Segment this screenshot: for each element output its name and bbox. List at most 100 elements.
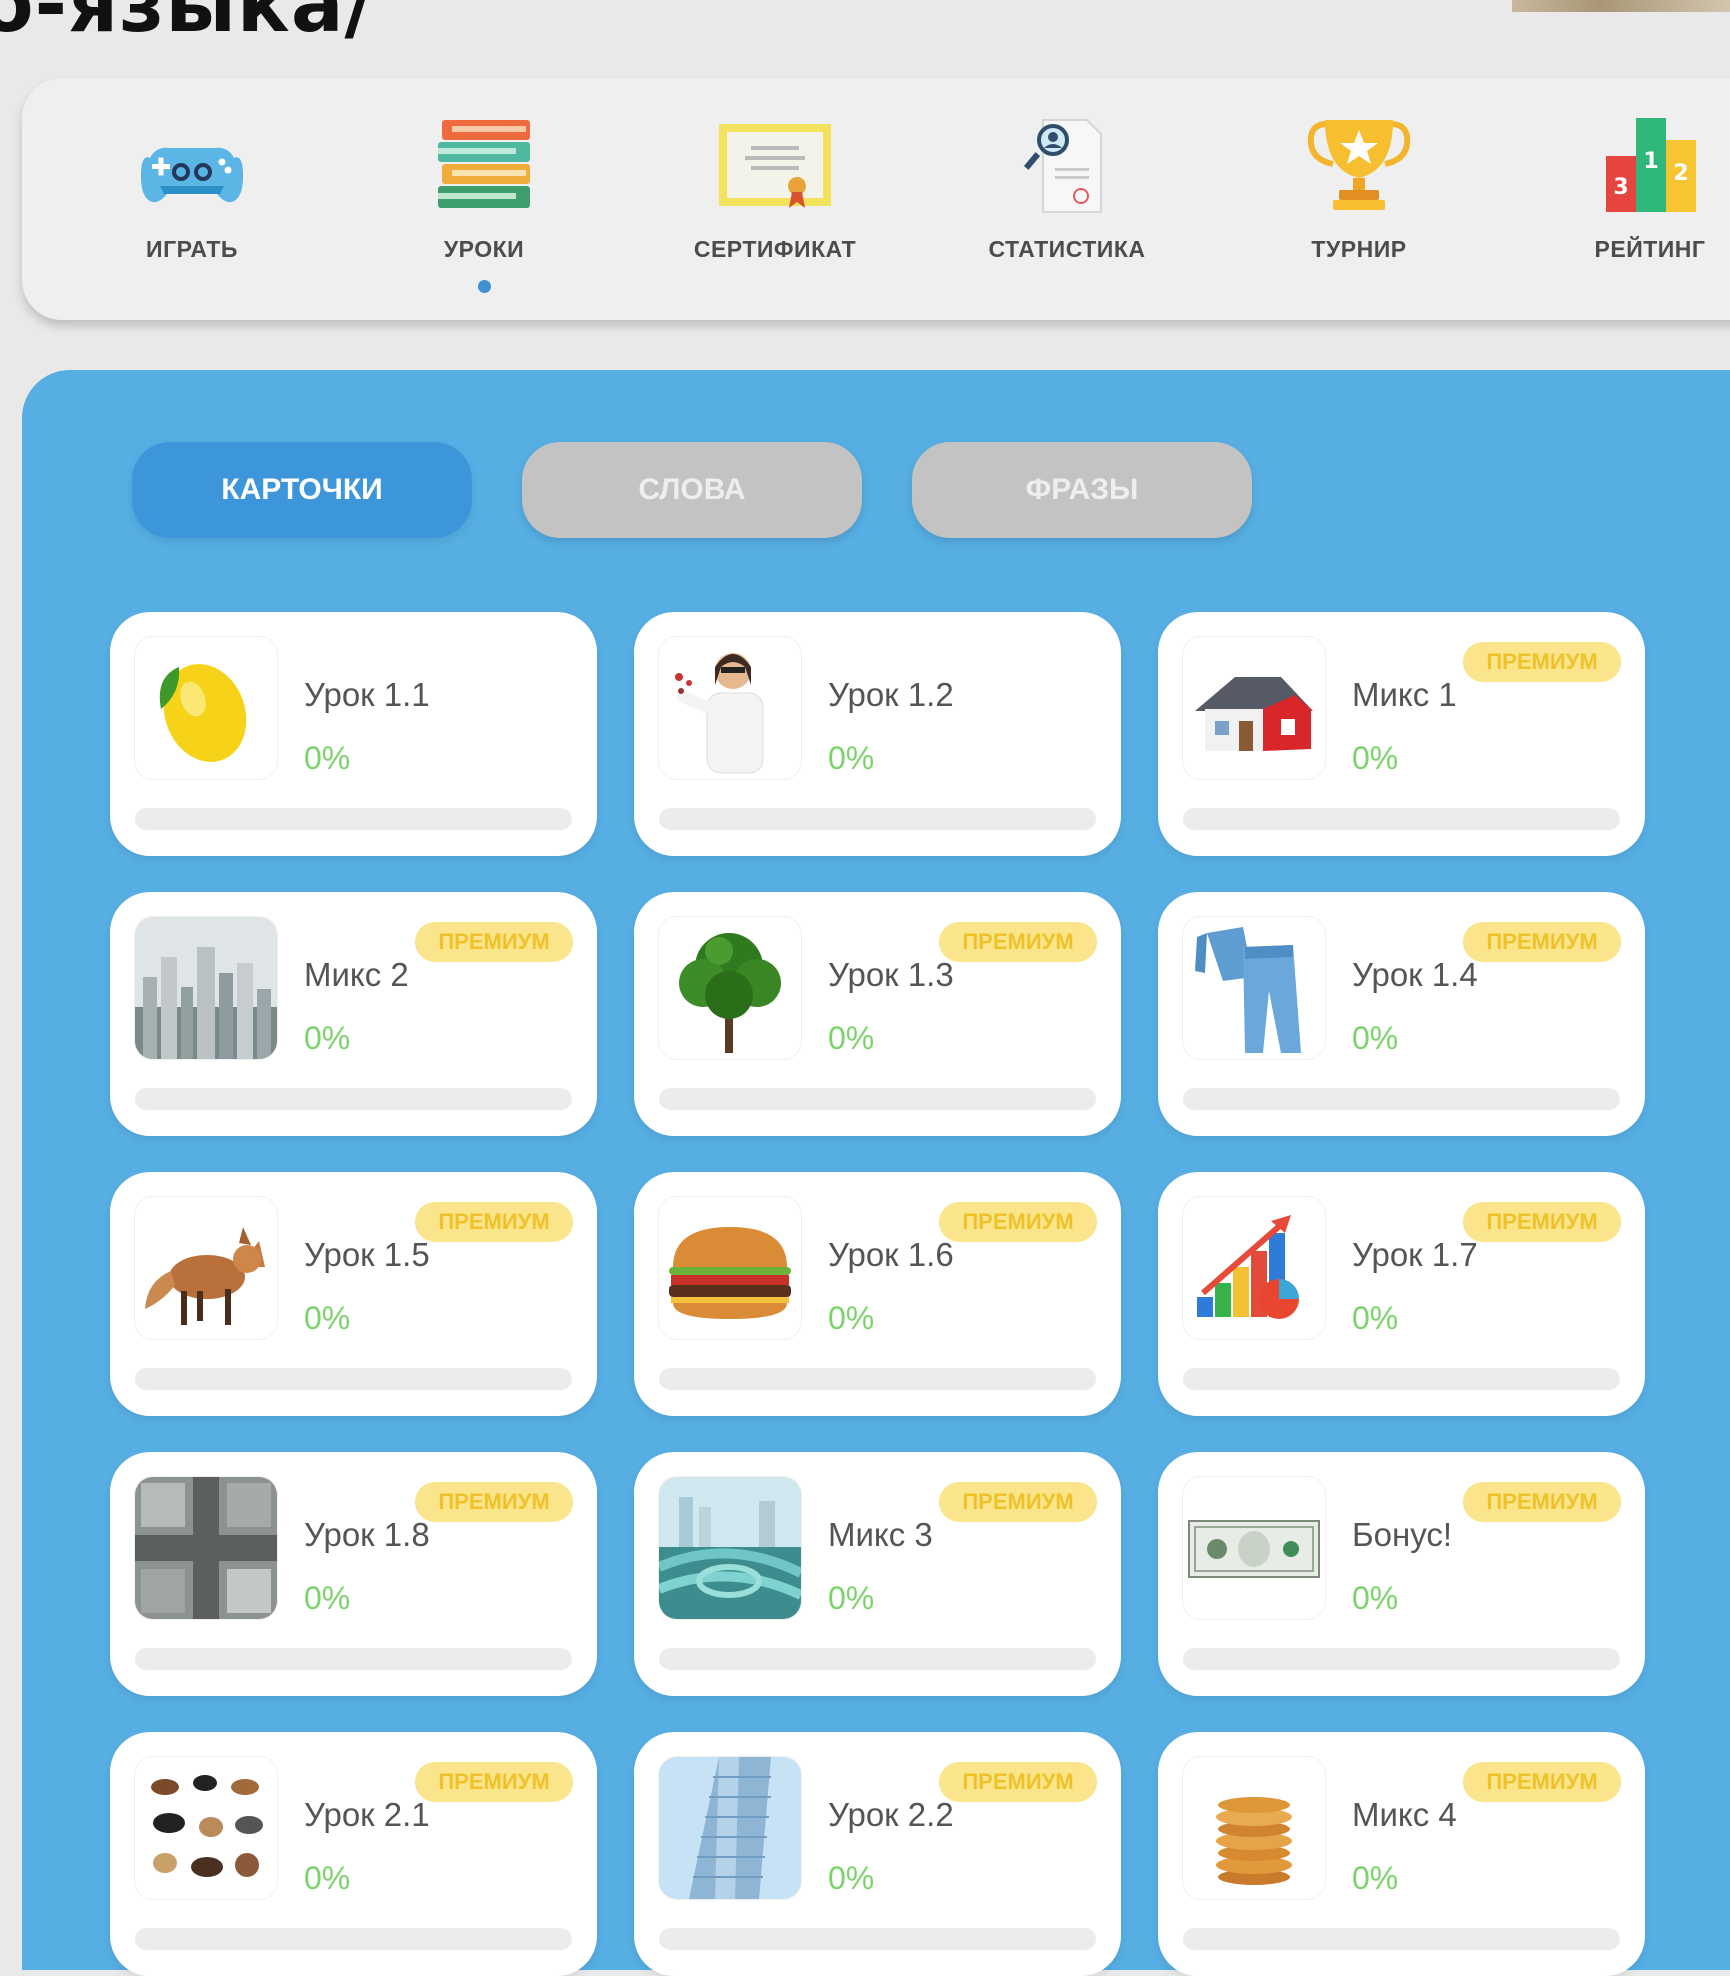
nav-label: ТУРНИР xyxy=(1311,236,1407,262)
statistics-icon xyxy=(1007,110,1127,220)
lesson-progress-text: 0% xyxy=(1352,1300,1399,1336)
page-heading: о-языка/ xyxy=(0,0,374,50)
lesson-progress-text: 0% xyxy=(828,1020,875,1056)
lesson-card[interactable]: Урок 1.3 0% ПРЕМИУМ xyxy=(634,892,1121,1136)
lesson-title: Урок 1.3 xyxy=(828,956,954,993)
pajamas-icon xyxy=(1183,917,1325,1059)
gamepad-icon xyxy=(132,110,252,220)
nav-item-statistics[interactable]: СТАТИСТИКА xyxy=(957,78,1177,320)
trophy-icon xyxy=(1299,110,1419,220)
nav-label: ИГРАТЬ xyxy=(146,236,238,262)
lesson-card[interactable]: Микс 4 0% ПРЕМИУМ xyxy=(1158,1732,1645,1976)
lesson-title: Микс 4 xyxy=(1352,1796,1457,1833)
lesson-progress-bar xyxy=(1183,808,1620,830)
lesson-card[interactable]: Микс 2 0% ПРЕМИУМ xyxy=(110,892,597,1136)
books-icon xyxy=(424,110,544,220)
lesson-progress-text: 0% xyxy=(304,1860,351,1896)
premium-badge: ПРЕМИУМ xyxy=(1463,922,1621,962)
premium-badge: ПРЕМИУМ xyxy=(1463,1202,1621,1242)
lesson-card[interactable]: Урок 1.4 0% ПРЕМИУМ xyxy=(1158,892,1645,1136)
lesson-title: Урок 1.1 xyxy=(304,676,430,713)
lesson-progress-text: 0% xyxy=(304,740,351,776)
lesson-progress-bar xyxy=(659,1368,1096,1390)
premium-badge: ПРЕМИУМ xyxy=(415,1762,573,1802)
fox-icon xyxy=(135,1197,277,1339)
lessons-panel: КАРТОЧКИ СЛОВА ФРАЗЫ Урок 1.1 0% Урок 1.2 0… xyxy=(22,370,1730,1976)
nav-item-lessons[interactable]: УРОКИ xyxy=(374,78,594,320)
lesson-title: Бонус! xyxy=(1352,1516,1453,1553)
lesson-card[interactable]: Урок 2.1 0% ПРЕМИУМ xyxy=(110,1732,597,1976)
tab-phrases[interactable]: ФРАЗЫ xyxy=(912,442,1252,538)
lesson-card[interactable]: Микс 3 0% ПРЕМИУМ xyxy=(634,1452,1121,1696)
premium-badge: ПРЕМИУМ xyxy=(939,1762,1097,1802)
lesson-progress-bar xyxy=(1183,1928,1620,1950)
lemon-icon xyxy=(135,637,277,779)
lesson-card[interactable]: Урок 1.8 0% ПРЕМИУМ xyxy=(110,1452,597,1696)
podium-third-number: 3 xyxy=(1613,175,1628,200)
lesson-progress-bar xyxy=(659,1088,1096,1110)
lesson-title: Урок 1.4 xyxy=(1352,956,1478,993)
premium-badge: ПРЕМИУМ xyxy=(939,922,1097,962)
nav-label: УРОКИ xyxy=(443,236,525,262)
premium-badge: ПРЕМИУМ xyxy=(939,1202,1097,1242)
nav-item-certificate[interactable]: СЕРТИФИКАТ xyxy=(665,78,885,320)
lesson-progress-bar xyxy=(659,808,1096,830)
nav-item-rating[interactable]: 3 1 2 РЕЙТИНГ xyxy=(1540,78,1730,320)
podium-first-number: 1 xyxy=(1643,149,1658,174)
lesson-card[interactable]: Урок 1.1 0% xyxy=(110,612,597,856)
lesson-progress-text: 0% xyxy=(1352,1020,1399,1056)
lesson-title: Урок 1.2 xyxy=(828,676,954,713)
premium-badge: ПРЕМИУМ xyxy=(415,1202,573,1242)
banknote-icon xyxy=(1183,1477,1325,1619)
premium-badge: ПРЕМИУМ xyxy=(415,922,573,962)
active-indicator-dot xyxy=(478,280,491,293)
lesson-card[interactable]: Бонус! 0% ПРЕМИУМ xyxy=(1158,1452,1645,1696)
lesson-progress-text: 0% xyxy=(1352,1860,1399,1896)
lesson-progress-text: 0% xyxy=(828,740,875,776)
lesson-card[interactable]: Урок 1.5 0% ПРЕМИУМ xyxy=(110,1172,597,1416)
nav-label: СТАТИСТИКА xyxy=(988,236,1146,262)
lesson-progress-text: 0% xyxy=(304,1580,351,1616)
premium-badge: ПРЕМИУМ xyxy=(415,1482,573,1522)
lesson-progress-text: 0% xyxy=(1352,1580,1399,1616)
lesson-title: Урок 1.7 xyxy=(1352,1236,1478,1273)
premium-badge: ПРЕМИУМ xyxy=(1463,1762,1621,1802)
lesson-progress-text: 0% xyxy=(304,1020,351,1056)
nav-label: СЕРТИФИКАТ xyxy=(693,236,857,262)
nav-item-play[interactable]: ИГРАТЬ xyxy=(82,78,302,320)
lesson-title: Урок 1.6 xyxy=(828,1236,954,1273)
pancakes-icon xyxy=(1183,1757,1325,1899)
top-nav: ИГРАТЬ УРОКИ СЕРТИФИКАТ СТАТИСТИКА ТУРНИ… xyxy=(22,78,1730,320)
tab-cards[interactable]: КАРТОЧКИ xyxy=(132,442,472,538)
animals-icon xyxy=(135,1757,277,1899)
lesson-progress-text: 0% xyxy=(828,1860,875,1896)
podium-icon: 3 1 2 xyxy=(1590,110,1710,220)
lesson-card[interactable]: Урок 1.2 0% xyxy=(634,612,1121,856)
lesson-title: Микс 2 xyxy=(304,956,409,993)
lesson-progress-text: 0% xyxy=(828,1300,875,1336)
lesson-card[interactable]: Урок 1.7 0% ПРЕМИУМ xyxy=(1158,1172,1645,1416)
lesson-progress-bar xyxy=(135,808,572,830)
nav-item-tournament[interactable]: ТУРНИР xyxy=(1249,78,1469,320)
tree-icon xyxy=(659,917,801,1059)
lesson-progress-text: 0% xyxy=(304,1300,351,1336)
scientist-icon xyxy=(659,637,801,779)
premium-badge: ПРЕМИУМ xyxy=(939,1482,1097,1522)
lesson-title: Урок 2.2 xyxy=(828,1796,954,1833)
house-icon xyxy=(1183,637,1325,779)
skyscraper-icon xyxy=(659,1757,801,1899)
lesson-progress-text: 0% xyxy=(1352,740,1399,776)
lesson-card[interactable]: Урок 1.6 0% ПРЕМИУМ xyxy=(634,1172,1121,1416)
lesson-progress-bar xyxy=(135,1928,572,1950)
lesson-card[interactable]: Микс 1 0% ПРЕМИУМ xyxy=(1158,612,1645,856)
lesson-progress-bar xyxy=(1183,1368,1620,1390)
tab-words[interactable]: СЛОВА xyxy=(522,442,862,538)
lesson-card[interactable]: Урок 2.2 0% ПРЕМИУМ xyxy=(634,1732,1121,1976)
city-icon xyxy=(135,917,277,1059)
corner-photo xyxy=(1512,0,1730,12)
lesson-title: Урок 1.8 xyxy=(304,1516,430,1553)
lesson-title: Микс 3 xyxy=(828,1516,933,1553)
highway-icon xyxy=(659,1477,801,1619)
podium-second-number: 2 xyxy=(1673,161,1688,186)
growth-chart-icon xyxy=(1183,1197,1325,1339)
